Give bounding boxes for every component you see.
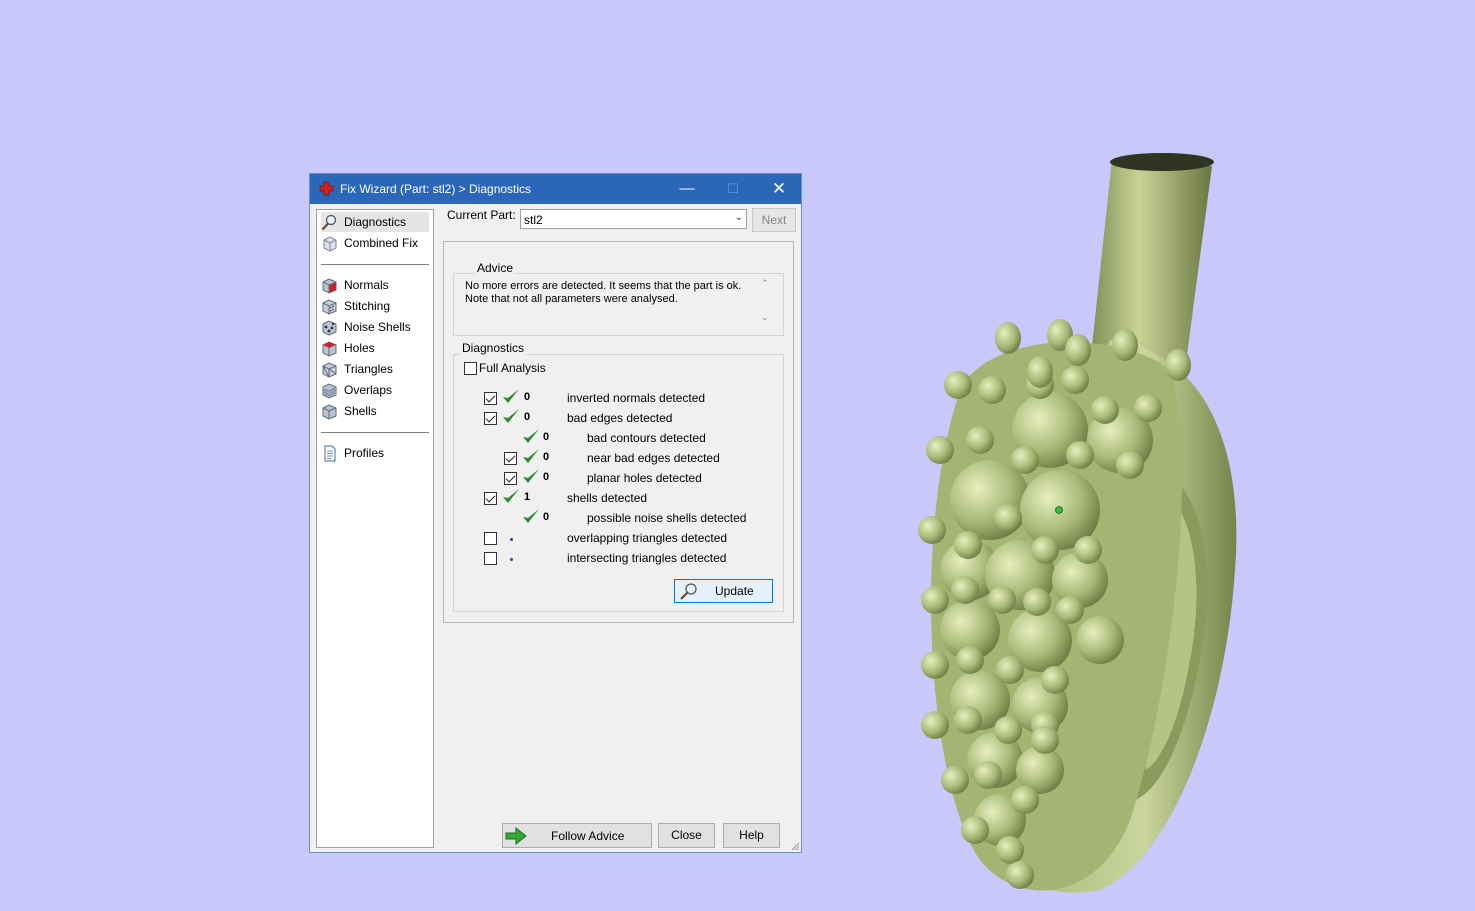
noise-shells-label: possible noise shells detected [587,511,747,525]
sidebar-item-shells[interactable]: Shells [321,401,429,421]
sidebar-item-holes[interactable]: Holes [321,338,429,358]
sidebar-item-noise-shells[interactable]: Noise Shells [321,317,429,337]
sidebar-item-combined-fix[interactable]: Combined Fix [321,233,429,253]
green-check-icon [523,509,539,523]
advice-line-1: No more errors are detected. It seems th… [465,280,742,292]
combined-fix-icon [323,236,337,252]
green-check-icon [503,489,519,503]
current-part-value: stl2 [524,213,543,227]
shells-count: 1 [524,491,531,503]
minimize-button[interactable]: — [664,174,710,204]
maximize-button[interactable]: ☐ [710,174,756,204]
green-check-icon [503,409,519,423]
noise-shells-cube-icon [322,320,337,336]
inverted-normals-count: 0 [524,391,531,403]
next-button[interactable]: Next [752,208,796,232]
advice-title: Advice [475,261,516,275]
close-button[interactable]: Close [658,823,715,848]
fix-wizard-window: Fix Wizard (Part: stl2) > Diagnostics — … [309,173,802,853]
sidebar-nav: Diagnostics Combined Fix Normals Stitchi… [316,209,434,848]
ring-3d-model[interactable] [900,140,1260,910]
document-icon [324,445,336,462]
resize-grip-icon[interactable] [790,841,800,851]
inverted-normals-label: inverted normals detected [567,391,706,405]
current-part-select[interactable]: stl2 ⌄ [520,209,747,229]
pending-dot-icon [510,558,513,561]
intersecting-triangles-label: intersecting triangles detected [567,551,727,565]
shells-label: shells detected [567,491,648,505]
advice-scrollbar[interactable]: ⌃ ⌄ [757,278,772,328]
nav-divider [321,264,429,265]
bad-contours-count: 0 [543,431,550,443]
full-analysis-checkbox[interactable] [464,362,477,375]
near-bad-edges-checkbox[interactable] [504,452,517,465]
sidebar-item-normals[interactable]: Normals [321,275,429,295]
bad-edges-label: bad edges detected [567,411,673,425]
overlapping-triangles-checkbox[interactable] [484,532,497,545]
advice-text: No more errors are detected. It seems th… [465,280,755,306]
scroll-down-icon[interactable]: ⌄ [761,312,769,323]
sidebar-item-overlaps[interactable]: Overlaps [321,380,429,400]
close-window-button[interactable]: ✕ [756,174,802,204]
red-cross-icon [319,181,334,196]
shells-checkbox[interactable] [484,492,497,505]
inverted-normals-checkbox[interactable] [484,392,497,405]
triangles-cube-icon [322,362,337,378]
noise-shells-count: 0 [543,511,550,523]
sidebar-item-stitching[interactable]: Stitching [321,296,429,316]
advice-line-2: Note that not all parameters were analys… [465,293,678,305]
normals-cube-icon [322,278,337,294]
green-check-icon [523,449,539,463]
green-arrow-icon [505,827,527,845]
stitching-cube-icon [322,299,337,315]
sidebar-item-triangles[interactable]: Triangles [321,359,429,379]
overlaps-cube-icon [322,383,337,399]
planar-holes-count: 0 [543,471,550,483]
bad-contours-label: bad contours detected [587,431,706,445]
holes-cube-icon [322,341,337,357]
planar-holes-checkbox[interactable] [504,472,517,485]
bad-edges-checkbox[interactable] [484,412,497,425]
overlapping-triangles-label: overlapping triangles detected [567,531,728,545]
green-check-icon [523,429,539,443]
full-analysis-label: Full Analysis [479,361,546,375]
nav-divider [321,432,429,433]
sidebar-item-profiles[interactable]: Profiles [321,443,429,463]
magnifier-icon [321,214,337,231]
shells-cube-icon [322,404,337,420]
bad-edges-count: 0 [524,411,531,423]
diagnostics-title: Diagnostics [460,341,527,355]
update-button[interactable]: Update [674,579,773,603]
near-bad-edges-label: near bad edges detected [587,451,720,465]
chevron-down-icon: ⌄ [734,212,743,223]
scroll-up-icon[interactable]: ⌃ [761,278,769,289]
window-title: Fix Wizard (Part: stl2) > Diagnostics [340,182,532,196]
current-part-label: Current Part: [447,208,516,222]
green-check-icon [503,389,519,403]
green-check-icon [523,469,539,483]
follow-advice-button[interactable]: Follow Advice [502,823,652,848]
planar-holes-label: planar holes detected [587,471,702,485]
help-button[interactable]: Help [723,823,780,848]
sidebar-item-diagnostics[interactable]: Diagnostics [321,212,429,232]
title-bar[interactable]: Fix Wizard (Part: stl2) > Diagnostics — … [310,174,801,204]
magnifier-icon [680,583,697,600]
near-bad-edges-count: 0 [543,451,550,463]
intersecting-triangles-checkbox[interactable] [484,552,497,565]
pending-dot-icon [510,538,513,541]
